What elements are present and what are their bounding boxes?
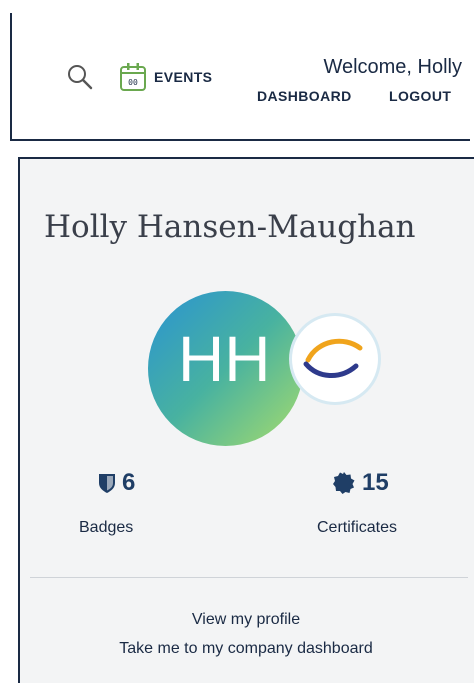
certificate-seal-icon — [333, 472, 355, 494]
events-label: EVENTS — [154, 69, 213, 85]
calendar-icon: 00 — [120, 63, 146, 91]
swoosh-logo-icon — [292, 316, 378, 402]
badges-count: 6 — [122, 469, 136, 496]
badges-stat[interactable]: 6 — [98, 469, 135, 497]
profile-name: Holly Hansen-Maughan — [44, 209, 416, 245]
company-dashboard-link[interactable]: Take me to my company dashboard — [20, 640, 472, 658]
search-icon[interactable] — [66, 63, 94, 91]
logout-link[interactable]: LOGOUT — [389, 88, 451, 104]
certificates-count: 15 — [362, 469, 389, 496]
avatar-initials: HH — [178, 323, 271, 395]
shield-icon — [99, 474, 115, 493]
avatar: HH — [148, 291, 303, 446]
header-bar: 00 EVENTS Welcome, Holly DASHBOARD LOGOU… — [10, 13, 470, 141]
dashboard-link[interactable]: DASHBOARD — [257, 88, 352, 104]
certificates-label: Certificates — [317, 519, 398, 536]
view-profile-link[interactable]: View my profile — [20, 611, 472, 629]
profile-card: Holly Hansen-Maughan HH 6 Badges 15 Cert… — [18, 157, 474, 683]
welcome-text: Welcome, Holly — [323, 56, 462, 78]
certificates-stat[interactable]: 15 — [332, 469, 389, 497]
calendar-day: 00 — [128, 78, 138, 87]
badges-label: Badges — [79, 519, 134, 536]
events-link[interactable]: 00 EVENTS — [118, 59, 212, 95]
divider — [30, 577, 468, 578]
